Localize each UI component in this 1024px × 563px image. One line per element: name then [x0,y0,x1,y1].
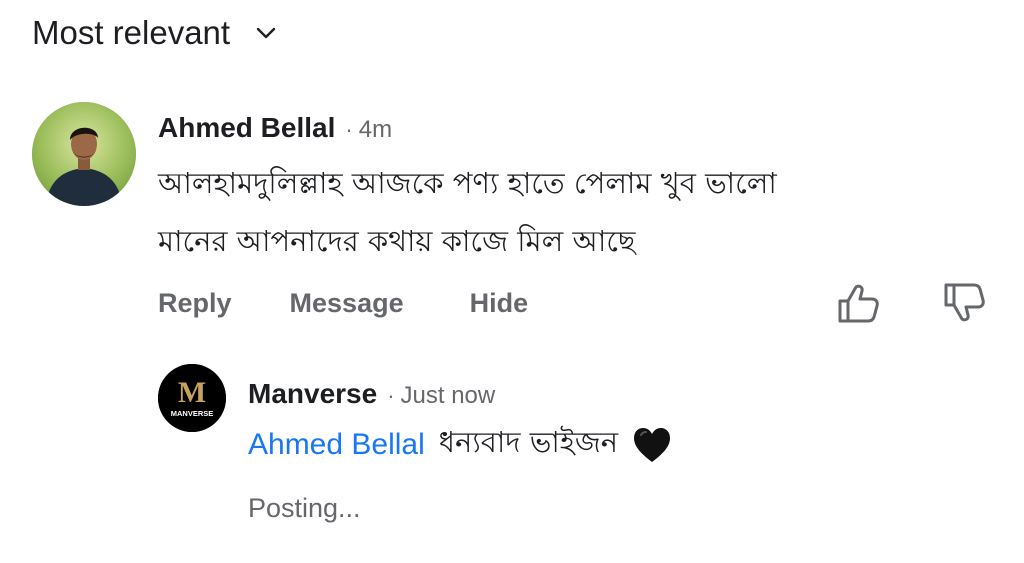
comment-actions: Reply Message Hide [158,288,528,319]
message-button[interactable]: Message [290,288,404,319]
comment-text-line-1: আলহামদুলিল্লাহ আজকে পণ্য হাতে পেলাম খুব … [158,166,777,200]
thumbs-down-icon[interactable] [940,279,988,327]
posting-status: Posting... [248,493,361,523]
logo-text: MANVERSE [171,409,214,418]
reply-author[interactable]: Manverse [248,378,377,410]
thumbs-up-icon[interactable] [834,279,882,327]
page-avatar[interactable]: M MANVERSE [158,364,226,432]
avatar-photo [32,102,136,206]
manverse-logo: M MANVERSE [158,364,226,432]
sort-dropdown[interactable]: Most relevant [32,14,278,52]
logo-letter: M [178,376,206,409]
sort-label: Most relevant [32,14,231,51]
comment-text: আলহামদুলিল্লাহ আজকে পণ্য হাতে পেলাম খুব … [158,154,978,270]
reply-timestamp: Just now [400,382,496,409]
reply-text: Ahmed Bellal ধন্যবাদ ভাইজন [248,420,1008,469]
hide-button[interactable]: Hide [470,288,529,319]
comment-timestamp: 4m [358,116,393,143]
chevron-down-icon [256,27,276,39]
black-heart-emoji [634,427,671,462]
comment-author[interactable]: Ahmed Bellal [158,112,335,144]
reply-message: ধন্যবাদ ভাইজন [438,425,619,459]
separator-dot: · [387,383,395,408]
mention-link[interactable]: Ahmed Bellal [248,428,425,462]
avatar[interactable] [32,102,136,206]
comment-text-line-2: মানের আপনাদের কথায় কাজে মিল আছে [158,224,636,258]
separator-dot: · [345,117,353,142]
reply-button[interactable]: Reply [158,288,232,319]
